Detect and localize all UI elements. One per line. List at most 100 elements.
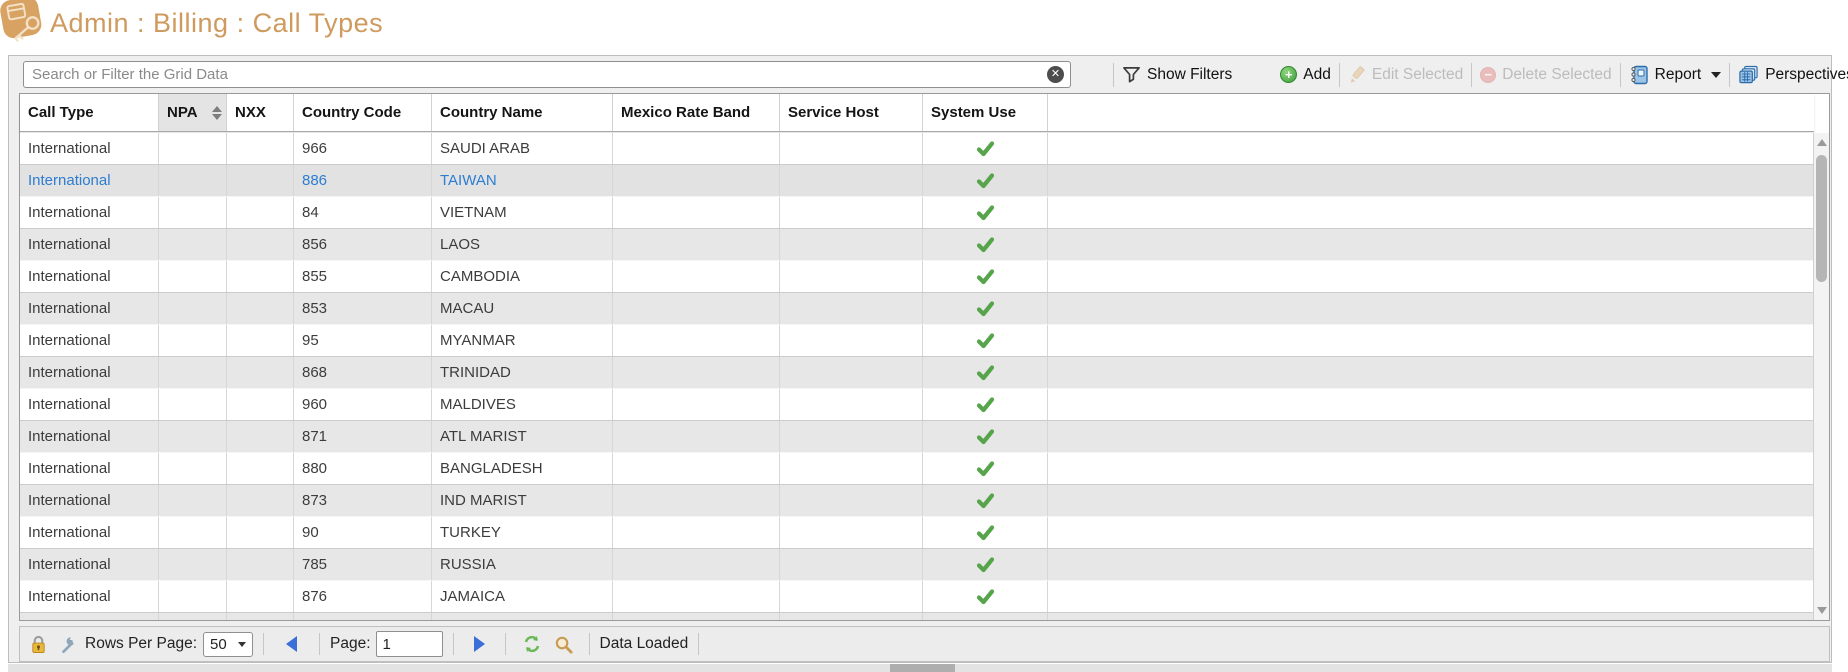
key-wrench-icon[interactable] [59,635,77,654]
column-header-service-host[interactable]: Service Host [780,94,923,131]
next-page-button[interactable] [474,636,485,652]
vertical-scrollbar[interactable] [1813,133,1829,620]
cell-filler [1048,517,1814,548]
system-use-check-icon [976,525,995,541]
filter-funnel-icon [1122,65,1141,84]
table-row[interactable]: International871ATL MARIST [20,421,1814,453]
cell-country-name: BANGLADESH [432,453,613,484]
rows-per-page-value: 50 [210,636,227,653]
table-row[interactable]: International964IRAQ [20,613,1814,620]
cell-mexico-rate-band [613,229,780,260]
scroll-up-arrow-icon[interactable] [1817,139,1827,146]
table-row[interactable]: International876JAMAICA [20,581,1814,613]
cell-mexico-rate-band [613,485,780,516]
footer-separator [319,633,320,655]
table-row[interactable]: International966SAUDI ARAB [20,133,1814,165]
delete-selected-button[interactable]: − Delete Selected [1480,66,1611,84]
page-label: Page: [330,635,371,653]
cell-service-host [780,485,923,516]
refresh-icon[interactable] [522,634,542,654]
cell-service-host [780,453,923,484]
column-header-npa[interactable]: NPA [159,94,227,131]
column-label: Call Type [28,104,94,121]
cell-call-type: International [20,197,159,228]
column-header-country-name[interactable]: Country Name [432,94,613,131]
table-row[interactable]: International785RUSSIA [20,549,1814,581]
cell-call-type: International [20,293,159,324]
show-filters-button[interactable]: Show Filters [1122,65,1232,84]
table-row[interactable]: International873IND MARIST [20,485,1814,517]
cell-npa [159,453,227,484]
table-row[interactable]: International886TAIWAN [20,165,1814,197]
report-caret-icon [1711,72,1721,78]
report-button[interactable]: Report [1629,65,1722,85]
perspectives-button[interactable]: Perspectives [1738,65,1848,85]
status-text: Data Loaded [600,635,689,653]
table-row[interactable]: International880BANGLADESH [20,453,1814,485]
column-header-system-use[interactable]: System Use [923,94,1048,131]
system-use-check-icon [976,333,995,349]
delete-minus-icon: − [1480,67,1496,83]
cell-npa [159,389,227,420]
table-row[interactable]: International856LAOS [20,229,1814,261]
cell-call-type: International [20,613,159,620]
column-header-country-code[interactable]: Country Code [294,94,432,131]
cell-system-use [923,517,1048,548]
perspectives-layers-icon [1738,65,1759,85]
previous-page-button[interactable] [286,636,297,652]
cell-mexico-rate-band [613,421,780,452]
cell-country-name: TAIWAN [432,165,613,196]
horizontal-scrollbar[interactable] [8,664,1832,672]
cell-filler [1048,133,1814,164]
search-magnifier-icon[interactable] [554,635,573,654]
column-label: Country Name [440,104,543,121]
system-use-check-icon [976,269,995,285]
cell-mexico-rate-band [613,133,780,164]
cell-call-type: International [20,325,159,356]
table-row[interactable]: International960MALDIVES [20,389,1814,421]
cell-system-use [923,325,1048,356]
table-row[interactable]: International95MYANMAR [20,325,1814,357]
system-use-check-icon [976,493,995,509]
grid-footer: Rows Per Page: 50 Page: Dat [19,626,1830,662]
cell-country-name: ATL MARIST [432,421,613,452]
cell-mexico-rate-band [613,197,780,228]
cell-nxx [227,613,294,620]
table-row[interactable]: International84VIETNAM [20,197,1814,229]
cell-npa [159,325,227,356]
column-header-mexico-rate-band[interactable]: Mexico Rate Band [613,94,780,131]
edit-selected-button[interactable]: Edit Selected [1348,66,1463,84]
footer-separator [453,633,454,655]
add-button[interactable]: + Add [1280,66,1331,84]
edit-selected-label: Edit Selected [1372,66,1463,84]
table-row[interactable]: International853MACAU [20,293,1814,325]
add-plus-icon: + [1280,66,1297,83]
scroll-down-arrow-icon[interactable] [1817,607,1827,614]
cell-system-use [923,485,1048,516]
cell-nxx [227,549,294,580]
search-clear-icon[interactable]: ✕ [1047,66,1064,83]
cell-country-name: MACAU [432,293,613,324]
vertical-scrollbar-thumb[interactable] [1816,155,1827,282]
cell-npa [159,581,227,612]
cell-filler [1048,421,1814,452]
cell-country-name: JAMAICA [432,581,613,612]
table-row[interactable]: International90TURKEY [20,517,1814,549]
lock-icon[interactable] [30,635,47,654]
column-label: Mexico Rate Band [621,104,750,121]
search-input[interactable] [23,61,1071,88]
cell-call-type: International [20,357,159,388]
horizontal-scrollbar-thumb[interactable] [890,664,955,672]
cell-call-type: International [20,389,159,420]
cell-filler [1048,197,1814,228]
column-header-call-type[interactable]: Call Type [20,94,159,131]
cell-call-type: International [20,549,159,580]
column-header-nxx[interactable]: NXX [227,94,294,131]
show-filters-label: Show Filters [1147,66,1232,84]
page-number-input[interactable] [376,631,443,657]
table-row[interactable]: International855CAMBODIA [20,261,1814,293]
rows-per-page-select[interactable]: 50 [203,632,253,657]
cell-country-code: 880 [294,453,432,484]
table-row[interactable]: International868TRINIDAD [20,357,1814,389]
cell-system-use [923,453,1048,484]
